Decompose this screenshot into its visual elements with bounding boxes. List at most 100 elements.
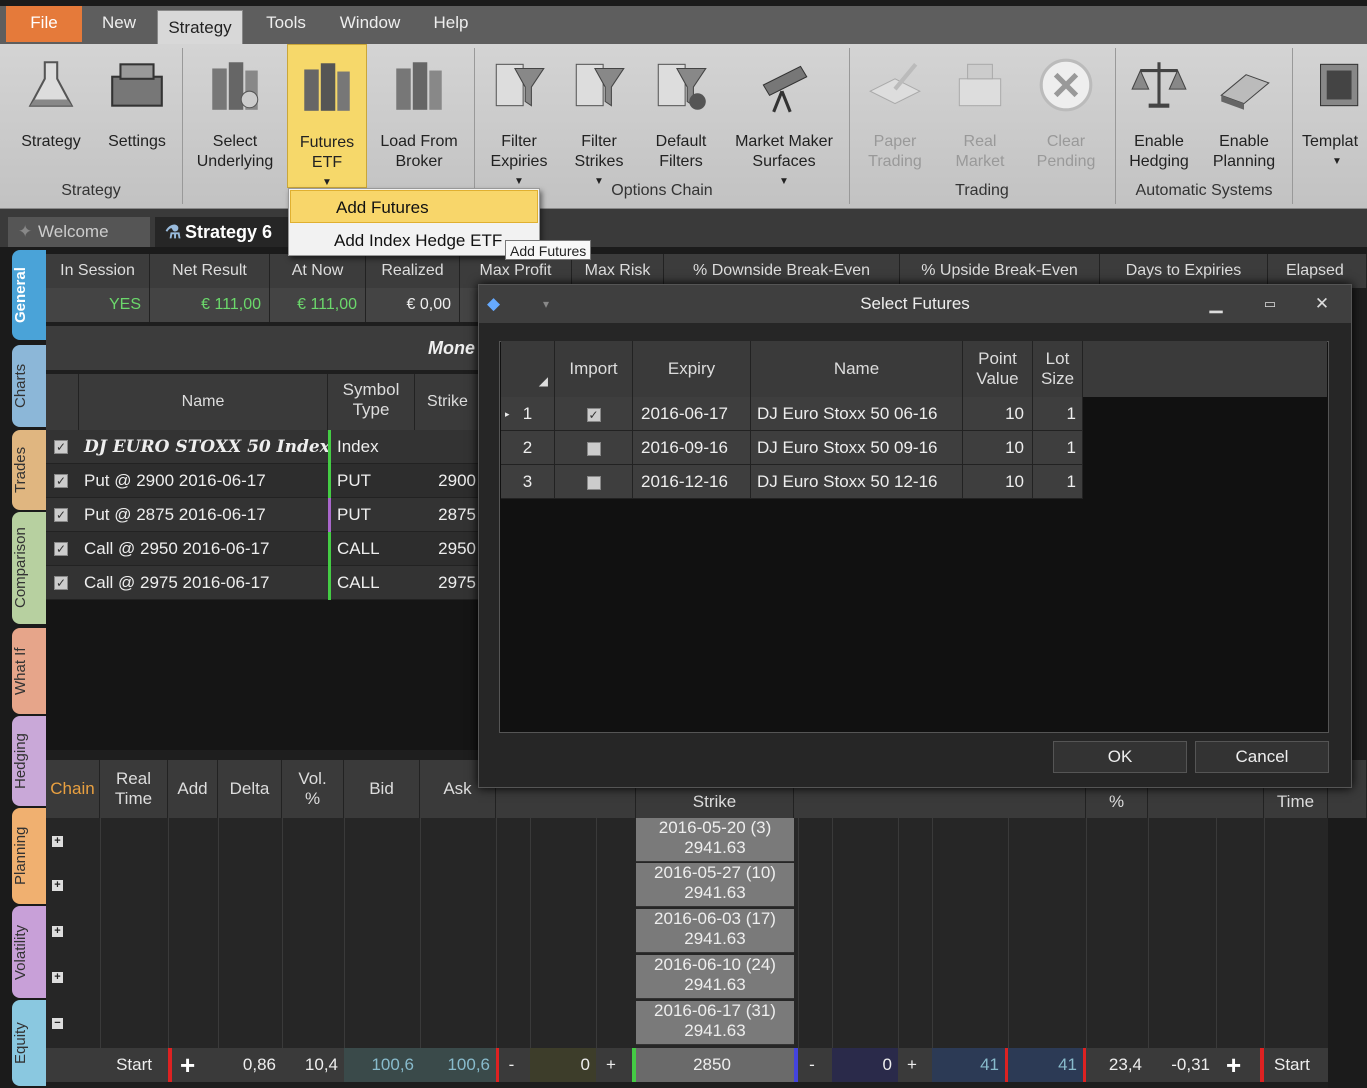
- chain-header-vol: Vol.%: [282, 760, 344, 818]
- minimize-icon[interactable]: ▁: [1201, 285, 1231, 323]
- row-number: 3: [501, 465, 555, 499]
- menu-help[interactable]: Help: [422, 6, 480, 40]
- qty-left[interactable]: 0: [530, 1048, 596, 1082]
- checkbox-icon[interactable]: [586, 475, 601, 490]
- side-tab-equity[interactable]: Equity: [12, 1000, 46, 1086]
- flask-icon: ⚗: [165, 222, 182, 242]
- enable-planning-button[interactable]: Enable Planning: [1204, 44, 1284, 184]
- menu-window[interactable]: Window: [330, 6, 410, 40]
- expiry-row[interactable]: 2016-05-27 (10) 2941.63: [636, 863, 794, 907]
- table-row[interactable]: ✓ Put @ 2875 2016-06-17 PUT 2875: [46, 498, 480, 532]
- table-row[interactable]: ✓ DJ EURO STOXX 50 Index Index: [46, 430, 480, 464]
- side-tab-hedging[interactable]: Hedging: [12, 716, 46, 806]
- side-tab-planning[interactable]: Planning: [12, 808, 46, 904]
- buildings-icon: [212, 62, 259, 110]
- add-icon[interactable]: +: [180, 1052, 195, 1078]
- menu-item-add-index-hedge[interactable]: Add Index Hedge ETF: [289, 224, 539, 257]
- menu-file[interactable]: File: [6, 6, 82, 42]
- checkbox-icon[interactable]: ✓: [54, 576, 68, 590]
- checkbox-icon[interactable]: ✓: [586, 407, 601, 422]
- menu-item-add-futures[interactable]: Add Futures: [290, 190, 538, 223]
- filter-icon: [495, 63, 545, 107]
- name-cell: DJ Euro Stoxx 50 06-16: [751, 397, 963, 431]
- strategy-button[interactable]: Strategy: [10, 44, 92, 184]
- checkbox-icon[interactable]: ✓: [54, 440, 68, 454]
- expiry-row[interactable]: 2016-05-20 (3) 2941.63: [636, 818, 794, 862]
- header-name: Name: [751, 341, 963, 397]
- side-tab-comparison[interactable]: Comparison: [12, 512, 46, 624]
- expand-icon[interactable]: +: [52, 880, 63, 891]
- strike-value: 2850: [636, 1048, 794, 1082]
- bid-value: 100,6: [344, 1048, 420, 1082]
- ok-button[interactable]: OK: [1053, 741, 1187, 773]
- start-right-button[interactable]: Start: [1264, 1048, 1328, 1082]
- pct-value: 23,4: [1108, 1055, 1142, 1074]
- menu-tools[interactable]: Tools: [254, 6, 318, 40]
- import-checkbox-cell[interactable]: [555, 431, 633, 465]
- close-icon[interactable]: ✕: [1307, 285, 1337, 323]
- paper-trading-button[interactable]: Paper Trading: [856, 44, 934, 184]
- quick-access-icon[interactable]: ▾: [543, 285, 549, 323]
- import-checkbox-cell[interactable]: ✓: [555, 397, 633, 431]
- filter-strikes-button[interactable]: Filter Strikes ▼: [562, 44, 636, 187]
- import-checkbox-cell[interactable]: [555, 465, 633, 499]
- expiry-row[interactable]: 2016-06-17 (31) 2941.63: [636, 1001, 794, 1045]
- enable-hedging-button[interactable]: Enable Hedging: [1120, 44, 1198, 184]
- chain-header-bid: Bid: [344, 760, 420, 818]
- table-row[interactable]: ✓ Put @ 2900 2016-06-17 PUT 2900: [46, 464, 480, 498]
- plus-button[interactable]: +: [596, 1048, 632, 1082]
- checkbox-icon[interactable]: ✓: [54, 508, 68, 522]
- side-tab-general[interactable]: General: [12, 250, 46, 340]
- add-icon[interactable]: +: [1226, 1052, 1241, 1078]
- planning-icon: [1220, 74, 1270, 110]
- checkbox-icon[interactable]: [586, 441, 601, 456]
- default-filters-button[interactable]: Default Filters: [644, 44, 718, 184]
- summary-header: At Now: [270, 254, 366, 288]
- side-tab-volatility[interactable]: Volatility: [12, 906, 46, 998]
- templates-button[interactable]: Templat ▼: [1298, 44, 1367, 184]
- side-tab-what-if[interactable]: What If: [12, 628, 46, 714]
- summary-header: % Downside Break-Even: [664, 254, 900, 288]
- market-maker-surfaces-button[interactable]: Market Maker Surfaces ▼: [726, 44, 842, 187]
- minus-button[interactable]: -: [496, 1048, 530, 1082]
- select-underlying-button[interactable]: Select Underlying: [188, 44, 282, 184]
- collapse-icon[interactable]: −: [52, 1018, 63, 1029]
- filter-expiries-button[interactable]: Filter Expiries ▼: [482, 44, 556, 187]
- checkbox-icon[interactable]: ✓: [54, 474, 68, 488]
- dialog-titlebar: ◆ ▾ Select Futures ▁ ▭ ✕: [479, 285, 1351, 323]
- clear-pending-button[interactable]: Clear Pending: [1026, 44, 1106, 184]
- load-from-broker-button[interactable]: Load From Broker: [373, 44, 465, 184]
- qty-right[interactable]: 0: [832, 1048, 898, 1082]
- scales-icon: [1131, 62, 1187, 108]
- tab-welcome[interactable]: ✦ Welcome: [8, 217, 150, 247]
- summary-header: Elapsed Da: [1268, 254, 1367, 313]
- name-cell: DJ Euro Stoxx 50 09-16: [751, 431, 963, 465]
- table-row[interactable]: ✓ Call @ 2975 2016-06-17 CALL 2975: [46, 566, 480, 600]
- expiry-row[interactable]: 2016-06-10 (24) 2941.63: [636, 955, 794, 999]
- futures-etf-button[interactable]: Futures ETF ▼: [287, 44, 367, 188]
- expand-icon[interactable]: +: [52, 836, 63, 847]
- expand-icon[interactable]: +: [52, 926, 63, 937]
- maximize-icon[interactable]: ▭: [1255, 285, 1285, 323]
- settings-button[interactable]: Settings: [96, 44, 178, 184]
- current-row-icon: ▸: [505, 409, 510, 419]
- checkbox-icon[interactable]: ✓: [54, 542, 68, 556]
- expiry-row[interactable]: 2016-06-03 (17) 2941.63: [636, 909, 794, 953]
- legs-header-symbol-type: Symbol Type: [342, 380, 400, 419]
- menu-new[interactable]: New: [90, 6, 148, 40]
- tab-strategy[interactable]: ⚗ Strategy 6: [155, 217, 289, 247]
- table-row[interactable]: ✓ Call @ 2950 2016-06-17 CALL 2950: [46, 532, 480, 566]
- menu-strategy[interactable]: Strategy: [157, 10, 243, 46]
- delta-value: 0,86: [242, 1055, 276, 1074]
- cancel-button[interactable]: Cancel: [1195, 741, 1329, 773]
- minus-button[interactable]: -: [798, 1048, 832, 1082]
- plus-button[interactable]: +: [898, 1048, 932, 1082]
- side-tab-charts[interactable]: Charts: [12, 345, 46, 427]
- expand-icon[interactable]: +: [52, 972, 63, 983]
- start-left-button[interactable]: Start: [100, 1048, 158, 1082]
- real-market-button[interactable]: Real Market: [940, 44, 1020, 184]
- group-label-strategy: Strategy: [61, 182, 121, 199]
- side-tab-trades[interactable]: Trades: [12, 430, 46, 510]
- summary-header: In Session: [46, 254, 150, 288]
- dialog-title: Select Futures: [860, 294, 970, 313]
